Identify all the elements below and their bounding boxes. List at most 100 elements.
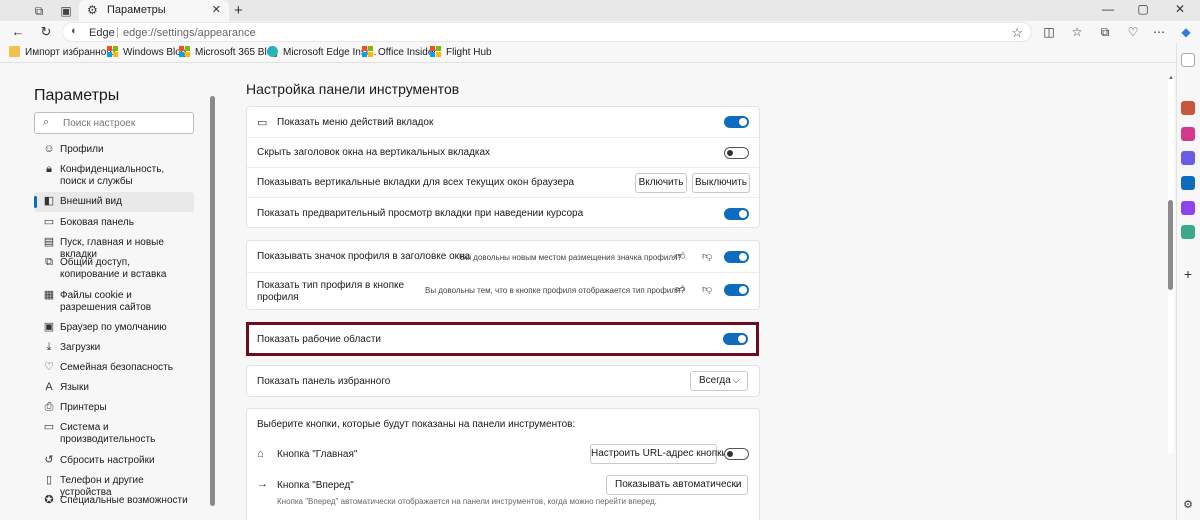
tab-strip: ⧉ ▣ ⚙ Параметры ✕ + — ▢ ✕ bbox=[0, 0, 1200, 21]
phone-icon: ▯ bbox=[45, 474, 53, 486]
workspaces-icon[interactable]: ⧉ bbox=[31, 3, 47, 19]
sidebar-item-system[interactable]: ▭ Система и производительность bbox=[34, 418, 194, 446]
workspaces-toggle[interactable] bbox=[723, 333, 748, 345]
enable-vertical-tabs-button[interactable]: Включить bbox=[635, 173, 687, 193]
tools-icon[interactable] bbox=[1181, 101, 1195, 115]
profile-icon-toggle[interactable] bbox=[724, 251, 749, 263]
sidebar-scrollbar[interactable] bbox=[210, 96, 215, 506]
favorite-flight-hub[interactable]: Flight Hub bbox=[430, 46, 492, 60]
sidebar-item-share[interactable]: ⧉ Общий доступ, копирование и вставка bbox=[34, 253, 194, 281]
profile-type-toggle[interactable] bbox=[724, 284, 749, 296]
site-label: Edge bbox=[89, 27, 115, 39]
hide-title-bar-toggle[interactable] bbox=[724, 147, 749, 159]
edge-sidebar: + ⚙ bbox=[1176, 43, 1200, 520]
share-icon: ⧉ bbox=[45, 256, 53, 268]
feedback-question: Вы довольны новым местом размещения знач… bbox=[460, 253, 682, 262]
feedback-question: Вы довольны тем, что в кнопке профиля от… bbox=[425, 286, 685, 295]
edge-logo-icon bbox=[267, 46, 278, 57]
home-icon: ⌂ bbox=[257, 448, 264, 460]
drop-icon[interactable] bbox=[1181, 225, 1195, 239]
sidebar-item-profiles[interactable]: ☺ Профили bbox=[34, 140, 194, 160]
url-text[interactable]: edge://settings/appearance bbox=[123, 27, 256, 39]
system-icon: ▭ bbox=[43, 421, 55, 433]
minimize-button[interactable]: — bbox=[1098, 2, 1118, 16]
thumbs-up-icon[interactable]: 👍︎ bbox=[675, 283, 685, 295]
windows-logo-icon bbox=[430, 46, 441, 57]
favorites-bar-select[interactable]: Всегда ⌵ bbox=[690, 371, 748, 391]
address-bar[interactable]: ◐ Edge edge://settings/appearance ☆ bbox=[62, 22, 1032, 42]
thumbs-down-icon[interactable]: 👎︎ bbox=[702, 250, 712, 262]
sidebar-item-reset[interactable]: ↺ Сбросить настройки bbox=[34, 451, 194, 471]
toolbar-settings-card: ▭ Показать меню действий вкладок Скрыть … bbox=[246, 106, 760, 228]
main-scrollbar[interactable]: ▲ bbox=[1168, 75, 1174, 453]
sidebar-item-appearance[interactable]: ◧ Внешний вид bbox=[34, 192, 194, 212]
designer-icon[interactable] bbox=[1181, 201, 1195, 215]
close-tab-icon[interactable]: ✕ bbox=[212, 3, 221, 16]
windows-logo-icon bbox=[362, 46, 373, 57]
tab-settings[interactable]: ⚙ Параметры ✕ bbox=[79, 0, 229, 21]
collections-icon[interactable]: ⧉ bbox=[1097, 24, 1113, 40]
copilot-icon[interactable]: ◆ bbox=[1178, 24, 1194, 40]
sidebar-item-phone[interactable]: ▯ Телефон и другие устройства bbox=[34, 471, 194, 498]
cookie-icon: ▦ bbox=[43, 289, 55, 301]
scroll-up-icon[interactable]: ▲ bbox=[1168, 75, 1174, 81]
home-button-toggle[interactable] bbox=[724, 448, 749, 460]
sidebar-item-downloads[interactable]: ⤓ Загрузки bbox=[34, 338, 194, 358]
favorite-m365-blog[interactable]: Microsoft 365 Blog bbox=[179, 46, 278, 60]
disable-vertical-tabs-button[interactable]: Выключить bbox=[692, 173, 750, 193]
back-button[interactable]: ← bbox=[10, 24, 26, 40]
search-icon: ⌕ bbox=[43, 116, 50, 128]
profile-icon: ☺ bbox=[43, 143, 55, 155]
toolbar-buttons-card: Выберите кнопки, которые будут показаны … bbox=[246, 408, 760, 520]
sidebar-item-privacy[interactable]: 🔒︎ Конфиденциальность, поиск и службы bbox=[34, 160, 194, 188]
sidebar-item-default-browser[interactable]: ▣ Браузер по умолчанию bbox=[34, 318, 194, 338]
sidebar-item-accessibility[interactable]: ✪ Специальные возможности bbox=[34, 491, 194, 511]
favorite-windows-blog[interactable]: Windows Blog bbox=[107, 46, 186, 60]
add-favorite-icon[interactable]: ☆ bbox=[1011, 25, 1023, 41]
sidebar-item-cookies[interactable]: ▦ Файлы cookie и разрешения сайтов bbox=[34, 286, 194, 314]
browser-essentials-icon[interactable]: ♡ bbox=[1125, 24, 1141, 40]
scrollbar-thumb[interactable] bbox=[1168, 200, 1173, 290]
thumbs-down-icon[interactable]: 👎︎ bbox=[702, 283, 712, 295]
toolbar-buttons-header: Выберите кнопки, которые будут показаны … bbox=[257, 419, 576, 430]
home-icon: ▤ bbox=[43, 236, 55, 248]
active-indicator bbox=[34, 196, 37, 208]
favorite-office-insider[interactable]: Office Insider bbox=[362, 46, 437, 60]
add-icon[interactable]: + bbox=[1181, 267, 1195, 281]
more-menu-icon[interactable]: ⋯ bbox=[1151, 24, 1167, 40]
browser-icon: ▣ bbox=[43, 321, 55, 333]
search-placeholder: Поиск настроек bbox=[63, 118, 136, 129]
favorites-icon[interactable]: ☆ bbox=[1069, 24, 1085, 40]
vertical-tabs-icon[interactable]: ▣ bbox=[58, 3, 74, 19]
setting-row-tab-actions: ▭ Показать меню действий вкладок bbox=[247, 107, 759, 137]
copilot-app-icon[interactable] bbox=[1181, 151, 1195, 165]
section-title: Настройка панели инструментов bbox=[246, 81, 460, 97]
setting-row-hide-title-bar: Скрыть заголовок окна на вертикальных вк… bbox=[247, 137, 759, 167]
sidebar-item-languages[interactable]: A Языки bbox=[34, 378, 194, 398]
refresh-button[interactable]: ↻ bbox=[38, 24, 54, 40]
home-url-button[interactable]: Настроить URL-адрес кнопки bbox=[590, 444, 727, 464]
navigation-bar: ← ↻ ◐ Edge edge://settings/appearance ☆ … bbox=[0, 21, 1200, 43]
close-window-button[interactable]: ✕ bbox=[1170, 2, 1190, 16]
settings-search-input[interactable]: ⌕ Поиск настроек bbox=[34, 112, 194, 134]
setting-row-vertical-tabs: Показывать вертикальные вкладки для всех… bbox=[247, 167, 759, 197]
maximize-button[interactable]: ▢ bbox=[1133, 2, 1153, 16]
favorite-import[interactable]: Импорт избранного bbox=[9, 46, 115, 60]
thumbs-up-icon[interactable]: 👍︎ bbox=[675, 250, 685, 262]
sidebar-item-printers[interactable]: ⎙ Принтеры bbox=[34, 398, 194, 418]
new-tab-button[interactable]: + bbox=[234, 2, 243, 19]
address-divider bbox=[117, 27, 118, 38]
sidebar-item-family[interactable]: ♡ Семейная безопасность bbox=[34, 358, 194, 378]
forward-button-select[interactable]: Показывать автоматически ⌵ bbox=[606, 475, 748, 495]
favorite-edge-insider[interactable]: Microsoft Edge Insi... bbox=[267, 46, 376, 60]
split-screen-icon[interactable]: ◫ bbox=[1041, 24, 1057, 40]
shopping-icon[interactable] bbox=[1181, 127, 1195, 141]
sidebar-settings-icon[interactable]: ⚙ bbox=[1181, 498, 1195, 512]
tab-actions-toggle[interactable] bbox=[724, 116, 749, 128]
search-icon[interactable] bbox=[1181, 53, 1195, 67]
tab-preview-toggle[interactable] bbox=[724, 208, 749, 220]
outlook-icon[interactable] bbox=[1181, 176, 1195, 190]
sidebar-item-start-home[interactable]: ▤ Пуск, главная и новые вкладки bbox=[34, 233, 194, 260]
download-icon: ⤓ bbox=[46, 341, 52, 353]
sidebar-item-sidebar[interactable]: ▭ Боковая панель bbox=[34, 213, 194, 233]
